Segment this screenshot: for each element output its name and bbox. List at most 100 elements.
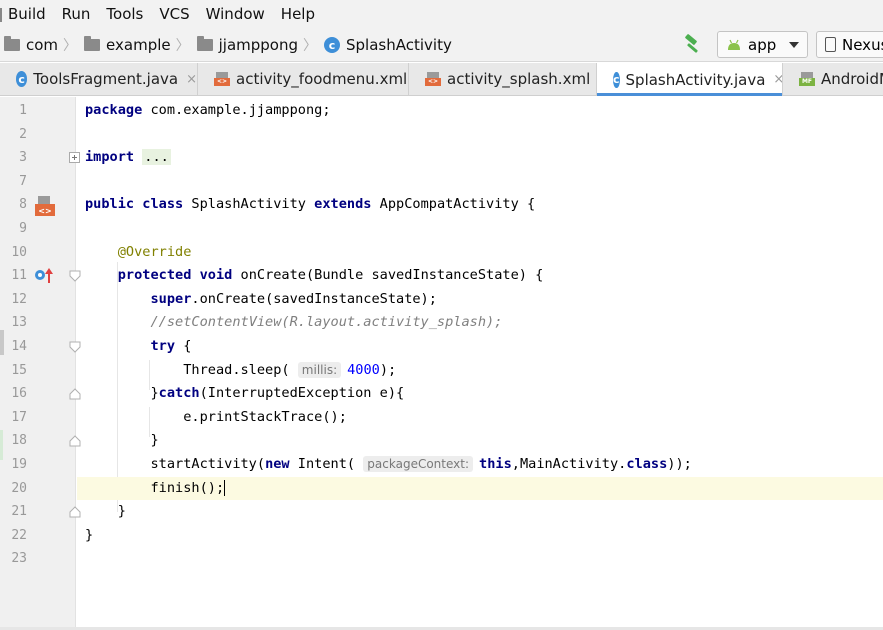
line-number[interactable]: 10 bbox=[0, 241, 27, 265]
line-number[interactable]: 9 bbox=[0, 217, 27, 241]
breadcrumb-example[interactable]: example bbox=[84, 36, 171, 54]
code-token: } bbox=[85, 432, 159, 449]
menu-vcs[interactable]: VCS bbox=[151, 0, 197, 28]
code-text[interactable]: } bbox=[85, 429, 159, 453]
code-text[interactable]: protected void onCreate(Bundle savedInst… bbox=[85, 264, 544, 288]
code-token: class bbox=[626, 456, 668, 472]
line-number[interactable]: 3 bbox=[0, 146, 27, 170]
tab-androidmanifest[interactable]: MF AndroidManifest.xml bbox=[783, 63, 883, 95]
code-line[interactable]: 9 bbox=[0, 217, 883, 241]
code-line[interactable]: 7 bbox=[0, 170, 883, 194]
line-number[interactable]: 7 bbox=[0, 170, 27, 194]
code-line[interactable]: 1 package com.example.jjamppong; bbox=[0, 99, 883, 123]
code-line[interactable]: 3 import ... bbox=[0, 146, 883, 170]
breadcrumb-com[interactable]: com bbox=[4, 36, 58, 54]
code-text[interactable]: startActivity(new Intent( packageContext… bbox=[85, 453, 692, 477]
class-icon: c bbox=[16, 71, 28, 87]
tab-label: SplashActivity.java bbox=[625, 70, 766, 89]
code-text[interactable]: } bbox=[85, 524, 93, 548]
code-text[interactable]: try { bbox=[85, 335, 191, 359]
override-method-icon[interactable] bbox=[33, 267, 55, 285]
code-token: ); bbox=[379, 361, 397, 378]
line-number[interactable]: 16 bbox=[0, 382, 27, 406]
code-token: catch bbox=[158, 385, 200, 402]
line-number[interactable]: 14 bbox=[0, 335, 27, 359]
code-line[interactable]: 17 e.printStackTrace(); bbox=[0, 406, 883, 430]
code-text[interactable]: Thread.sleep( millis: 4000); bbox=[85, 359, 396, 383]
menu-tools[interactable]: Tools bbox=[98, 0, 151, 28]
code-text[interactable]: import ... bbox=[85, 146, 171, 170]
breadcrumb-splashactivity[interactable]: c SplashActivity bbox=[324, 36, 452, 54]
device-dropdown[interactable]: Nexus bbox=[816, 31, 883, 58]
editor-tab-bar: c ToolsFragment.java × <> activity_foodm… bbox=[0, 63, 883, 96]
code-line[interactable]: 11 protected void onCreate(Bundle savedI… bbox=[0, 264, 883, 288]
menu-window[interactable]: Window bbox=[198, 0, 273, 28]
folded-imports[interactable]: ... bbox=[142, 149, 171, 166]
code-line[interactable]: 18 } bbox=[0, 429, 883, 453]
menu-help[interactable]: Help bbox=[273, 0, 323, 28]
code-line[interactable]: 2 bbox=[0, 123, 883, 147]
code-text[interactable]: } bbox=[85, 500, 126, 524]
menu-bar: Build Run Tools VCS Window Help bbox=[0, 0, 883, 28]
code-line[interactable]: 15 Thread.sleep( millis: 4000); bbox=[0, 359, 883, 383]
fold-expand-icon[interactable] bbox=[69, 152, 80, 164]
line-number[interactable]: 21 bbox=[0, 500, 27, 524]
line-number[interactable]: 8 bbox=[0, 193, 27, 217]
menu-run[interactable]: Run bbox=[54, 0, 99, 28]
code-text[interactable]: finish(); bbox=[85, 477, 226, 501]
code-line[interactable]: 22} bbox=[0, 524, 883, 548]
code-line[interactable]: 19 startActivity(new Intent( packageCont… bbox=[0, 453, 883, 477]
code-text[interactable]: package com.example.jjamppong; bbox=[85, 99, 331, 123]
line-number[interactable]: 15 bbox=[0, 359, 27, 383]
code-line[interactable]: 13 //setContentView(R.layout.activity_sp… bbox=[0, 311, 883, 335]
line-number[interactable]: 23 bbox=[0, 547, 27, 571]
code-token: Thread.sleep( bbox=[85, 361, 298, 378]
tab-activity-foodmenu[interactable]: <> activity_foodmenu.xml × bbox=[198, 63, 409, 95]
code-text[interactable]: super.onCreate(savedInstanceState); bbox=[85, 288, 436, 312]
line-number[interactable]: 17 bbox=[0, 406, 27, 430]
code-token: (InterruptedException e){ bbox=[199, 385, 405, 402]
breadcrumb-label: SplashActivity bbox=[346, 36, 452, 54]
code-line[interactable]: 16 }catch(InterruptedException e){ bbox=[0, 382, 883, 406]
code-text[interactable]: @Override bbox=[85, 241, 192, 265]
code-line[interactable]: 23 bbox=[0, 547, 883, 571]
code-line[interactable]: 8 public class SplashActivity extends App… bbox=[0, 193, 883, 217]
breadcrumb: com 〉 example 〉 jjamppong 〉 c SplashActi… bbox=[4, 28, 452, 62]
device-label: Nexus bbox=[842, 35, 883, 54]
fold-collapse-icon[interactable] bbox=[69, 270, 81, 282]
related-layout-icon[interactable]: <> bbox=[33, 196, 57, 218]
code-text[interactable]: e.printStackTrace(); bbox=[85, 406, 347, 430]
line-number[interactable]: 11 bbox=[0, 264, 27, 288]
fold-collapse-icon[interactable] bbox=[69, 341, 81, 353]
package-folder-icon bbox=[4, 36, 20, 51]
close-icon[interactable]: × bbox=[186, 72, 197, 87]
line-number[interactable]: 20 bbox=[0, 477, 27, 501]
code-line[interactable]: 14 try { bbox=[0, 335, 883, 359]
line-number[interactable]: 19 bbox=[0, 453, 27, 477]
tab-label: activity_splash.xml bbox=[447, 70, 591, 88]
run-configuration-dropdown[interactable]: app bbox=[717, 31, 808, 58]
fold-end-icon[interactable] bbox=[69, 506, 81, 518]
code-line[interactable]: 20 finish(); bbox=[0, 476, 883, 501]
code-text[interactable]: //setContentView(R.layout.activity_splas… bbox=[85, 311, 502, 335]
code-line[interactable]: 12 super.onCreate(savedInstanceState); bbox=[0, 288, 883, 312]
code-line[interactable]: 10 @Override bbox=[0, 241, 883, 265]
code-text[interactable]: }catch(InterruptedException e){ bbox=[85, 382, 404, 406]
fold-end-icon[interactable] bbox=[69, 388, 81, 400]
hammer-build-icon[interactable] bbox=[682, 34, 704, 56]
line-number[interactable]: 18 bbox=[0, 429, 27, 453]
line-number[interactable]: 2 bbox=[0, 123, 27, 147]
code-text[interactable]: public class SplashActivity extends AppC… bbox=[85, 193, 535, 217]
menu-build[interactable]: Build bbox=[0, 0, 54, 28]
tab-activity-splash[interactable]: <> activity_splash.xml × bbox=[409, 63, 597, 95]
code-line[interactable]: 21 } bbox=[0, 500, 883, 524]
line-number[interactable]: 13 bbox=[0, 311, 27, 335]
line-number[interactable]: 1 bbox=[0, 99, 27, 123]
tab-toolsfragment[interactable]: c ToolsFragment.java × bbox=[0, 63, 198, 95]
tab-splashactivity[interactable]: c SplashActivity.java × bbox=[597, 63, 783, 96]
fold-end-icon[interactable] bbox=[69, 435, 81, 447]
close-icon[interactable]: × bbox=[773, 72, 782, 87]
line-number[interactable]: 22 bbox=[0, 524, 27, 548]
line-number[interactable]: 12 bbox=[0, 288, 27, 312]
breadcrumb-jjamppong[interactable]: jjamppong bbox=[196, 36, 298, 54]
